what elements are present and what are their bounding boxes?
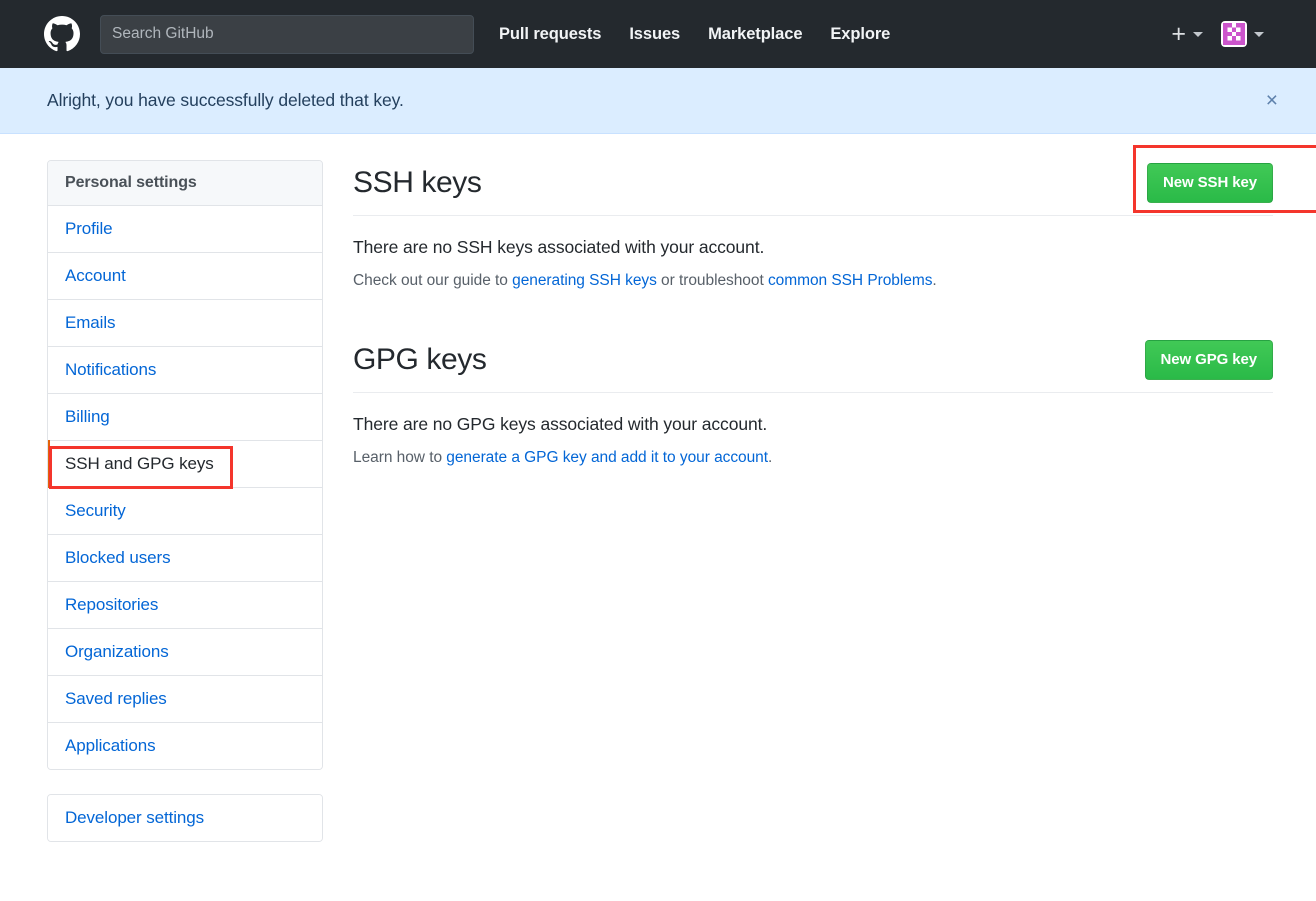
new-ssh-key-button[interactable]: New SSH key: [1147, 163, 1273, 202]
create-new-menu[interactable]: +: [1171, 22, 1203, 47]
sidebar-item-saved-replies[interactable]: Saved replies: [48, 676, 322, 723]
generating-ssh-keys-link[interactable]: generating SSH keys: [512, 272, 657, 289]
new-gpg-key-button[interactable]: New GPG key: [1145, 340, 1273, 379]
settings-page: Personal settings Profile Account Emails…: [0, 134, 1316, 842]
settings-main-content: SSH keys New SSH key There are no SSH ke…: [353, 160, 1273, 467]
ssh-keys-empty-text: There are no SSH keys associated with yo…: [353, 237, 1273, 258]
sidebar-item-security[interactable]: Security: [48, 488, 322, 535]
close-icon[interactable]: ×: [1258, 86, 1286, 115]
ssh-keys-header: SSH keys New SSH key: [353, 162, 1273, 216]
github-mark-icon[interactable]: [44, 16, 80, 52]
sidebar-item-ssh-and-gpg-keys[interactable]: SSH and GPG keys: [48, 441, 322, 488]
common-ssh-problems-link[interactable]: common SSH Problems: [768, 272, 932, 289]
gpg-help-suffix: .: [768, 449, 772, 466]
ssh-help-middle: or troubleshoot: [657, 272, 768, 289]
generate-gpg-key-link[interactable]: generate a GPG key and add it to your ac…: [446, 449, 768, 466]
gpg-help-prefix: Learn how to: [353, 449, 446, 466]
sidebar-item-applications[interactable]: Applications: [48, 723, 322, 769]
nav-explore[interactable]: Explore: [830, 25, 890, 44]
section-spacer: [353, 290, 1273, 339]
flash-message: Alright, you have successfully deleted t…: [0, 68, 1316, 134]
sidebar-item-organizations[interactable]: Organizations: [48, 629, 322, 676]
nav-pull-requests[interactable]: Pull requests: [499, 25, 601, 44]
sidebar-item-notifications[interactable]: Notifications: [48, 347, 322, 394]
developer-settings-menu: Developer settings: [47, 794, 323, 842]
plus-icon: +: [1171, 22, 1186, 47]
page-title: SSH keys: [353, 166, 482, 200]
search-input[interactable]: [100, 15, 474, 54]
sidebar-item-repositories[interactable]: Repositories: [48, 582, 322, 629]
sidebar-item-blocked-users[interactable]: Blocked users: [48, 535, 322, 582]
settings-sidebar: Personal settings Profile Account Emails…: [47, 160, 323, 842]
nav-marketplace[interactable]: Marketplace: [708, 25, 802, 44]
chevron-down-icon: [1193, 32, 1203, 37]
ssh-help-prefix: Check out our guide to: [353, 272, 512, 289]
ssh-help-suffix: .: [932, 272, 936, 289]
sidebar-item-emails[interactable]: Emails: [48, 300, 322, 347]
avatar: [1221, 21, 1247, 47]
gpg-keys-help-text: Learn how to generate a GPG key and add …: [353, 449, 1273, 467]
sidebar-item-account[interactable]: Account: [48, 253, 322, 300]
sidebar-item-developer-settings[interactable]: Developer settings: [48, 795, 322, 841]
gpg-keys-title: GPG keys: [353, 343, 487, 377]
ssh-keys-help-text: Check out our guide to generating SSH ke…: [353, 272, 1273, 290]
header-nav: Pull requests Issues Marketplace Explore: [499, 25, 890, 44]
gpg-keys-empty-text: There are no GPG keys associated with yo…: [353, 414, 1273, 435]
sidebar-heading: Personal settings: [48, 161, 322, 206]
nav-issues[interactable]: Issues: [629, 25, 680, 44]
sidebar-item-profile[interactable]: Profile: [48, 206, 322, 253]
user-menu[interactable]: [1221, 21, 1264, 47]
gpg-keys-header: GPG keys New GPG key: [353, 339, 1273, 393]
flash-message-text: Alright, you have successfully deleted t…: [47, 90, 404, 111]
personal-settings-menu: Personal settings Profile Account Emails…: [47, 160, 323, 770]
header-right-actions: +: [1171, 21, 1294, 47]
chevron-down-icon: [1254, 32, 1264, 37]
sidebar-item-billing[interactable]: Billing: [48, 394, 322, 441]
global-header: Pull requests Issues Marketplace Explore…: [0, 0, 1316, 68]
